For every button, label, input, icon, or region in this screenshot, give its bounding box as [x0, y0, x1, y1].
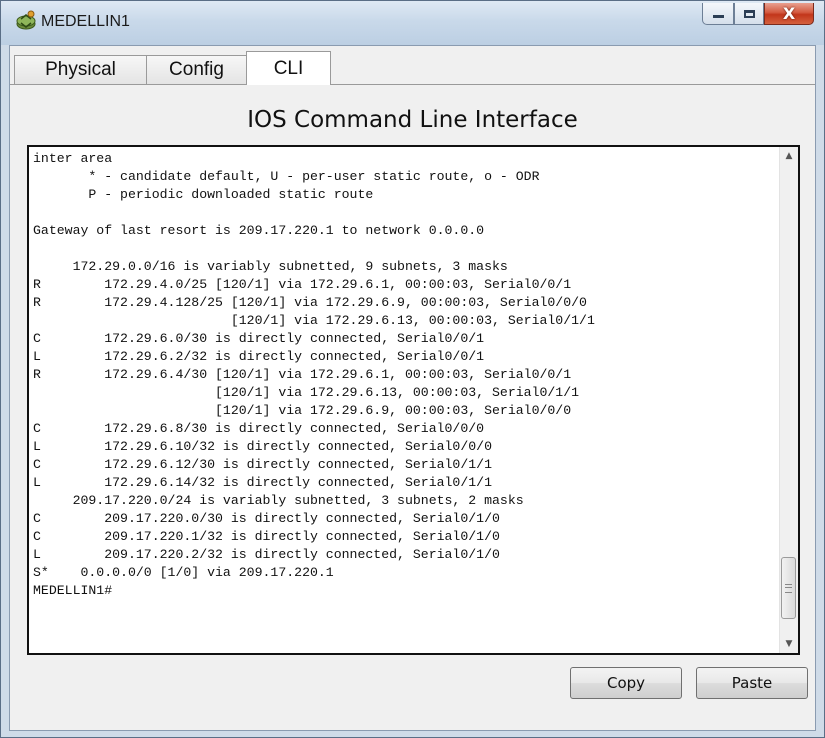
scroll-up-arrow-icon[interactable]: ▲ [780, 147, 798, 165]
cli-output-line: [120/1] via 172.29.6.9, 00:00:03, Serial… [33, 403, 572, 418]
cli-output-line: R 172.29.6.4/30 [120/1] via 172.29.6.1, … [33, 367, 572, 382]
router-window: MEDELLIN1 X Physical Config CLI IOS Comm… [0, 0, 825, 738]
maximize-button[interactable] [734, 3, 764, 25]
cli-output-line: inter area [33, 151, 113, 166]
close-icon: X [782, 4, 796, 23]
cli-output-line: [120/1] via 172.29.6.13, 00:00:03, Seria… [33, 313, 595, 328]
tab-physical[interactable]: Physical [14, 55, 147, 84]
cli-panel: IOS Command Line Interface inter area * … [10, 85, 815, 730]
cli-output-line: C 172.29.6.12/30 is directly connected, … [33, 457, 492, 472]
tab-config[interactable]: Config [146, 55, 247, 84]
window-client-area: Physical Config CLI IOS Command Line Int… [9, 45, 816, 731]
cli-output-line: L 209.17.220.2/32 is directly connected,… [33, 547, 500, 562]
cli-output-line: 209.17.220.0/24 is variably subnetted, 3… [33, 493, 524, 508]
cli-output-line: [120/1] via 172.29.6.13, 00:00:03, Seria… [33, 385, 580, 400]
cli-output-line [33, 240, 778, 258]
tab-cli[interactable]: CLI [246, 51, 331, 85]
cli-output-line: Gateway of last resort is 209.17.220.1 t… [33, 223, 485, 238]
cli-output-line: 172.29.0.0/16 is variably subnetted, 9 s… [33, 259, 508, 274]
grip-icon [785, 583, 792, 593]
minimize-button[interactable] [702, 3, 734, 25]
cli-output-line: C 209.17.220.0/30 is directly connected,… [33, 511, 500, 526]
close-button[interactable]: X [764, 3, 814, 25]
copy-button[interactable]: Copy [570, 667, 682, 699]
cli-output-line: L 172.29.6.10/32 is directly connected, … [33, 439, 492, 454]
scrollbar-thumb[interactable] [781, 557, 796, 619]
maximize-icon [743, 9, 755, 18]
tab-bar: Physical Config CLI [10, 46, 815, 85]
cli-output-line: * - candidate default, U - per-user stat… [33, 169, 540, 184]
terminal-scrollbar[interactable]: ▲ ▼ [779, 147, 798, 653]
cli-output-line: C 172.29.6.0/30 is directly connected, S… [33, 331, 485, 346]
window-title: MEDELLIN1 [41, 13, 130, 30]
cli-output-line: C 209.17.220.1/32 is directly connected,… [33, 529, 500, 544]
cli-output-line: R 172.29.4.128/25 [120/1] via 172.29.6.9… [33, 295, 587, 310]
minimize-icon [712, 15, 724, 18]
window-controls: X [702, 3, 814, 29]
cli-output-line: S* 0.0.0.0/0 [1/0] via 209.17.220.1 [33, 565, 334, 580]
cli-output-line: MEDELLIN1# [33, 583, 113, 598]
cli-output-line: R 172.29.4.0/25 [120/1] via 172.29.6.1, … [33, 277, 572, 292]
cli-output-line: L 172.29.6.14/32 is directly connected, … [33, 475, 492, 490]
cli-output-line: P - periodic downloaded static route [33, 187, 374, 202]
title-bar[interactable]: MEDELLIN1 X [1, 1, 824, 45]
cli-output-line: C 172.29.6.8/30 is directly connected, S… [33, 421, 485, 436]
router-icon [16, 10, 36, 30]
paste-button[interactable]: Paste [696, 667, 808, 699]
cli-output-line: L 172.29.6.2/32 is directly connected, S… [33, 349, 485, 364]
cli-output-line [33, 204, 778, 222]
cli-output[interactable]: inter area * - candidate default, U - pe… [33, 150, 778, 650]
scroll-down-arrow-icon[interactable]: ▼ [780, 635, 798, 653]
cli-terminal[interactable]: inter area * - candidate default, U - pe… [27, 145, 800, 655]
cli-heading: IOS Command Line Interface [247, 107, 578, 133]
